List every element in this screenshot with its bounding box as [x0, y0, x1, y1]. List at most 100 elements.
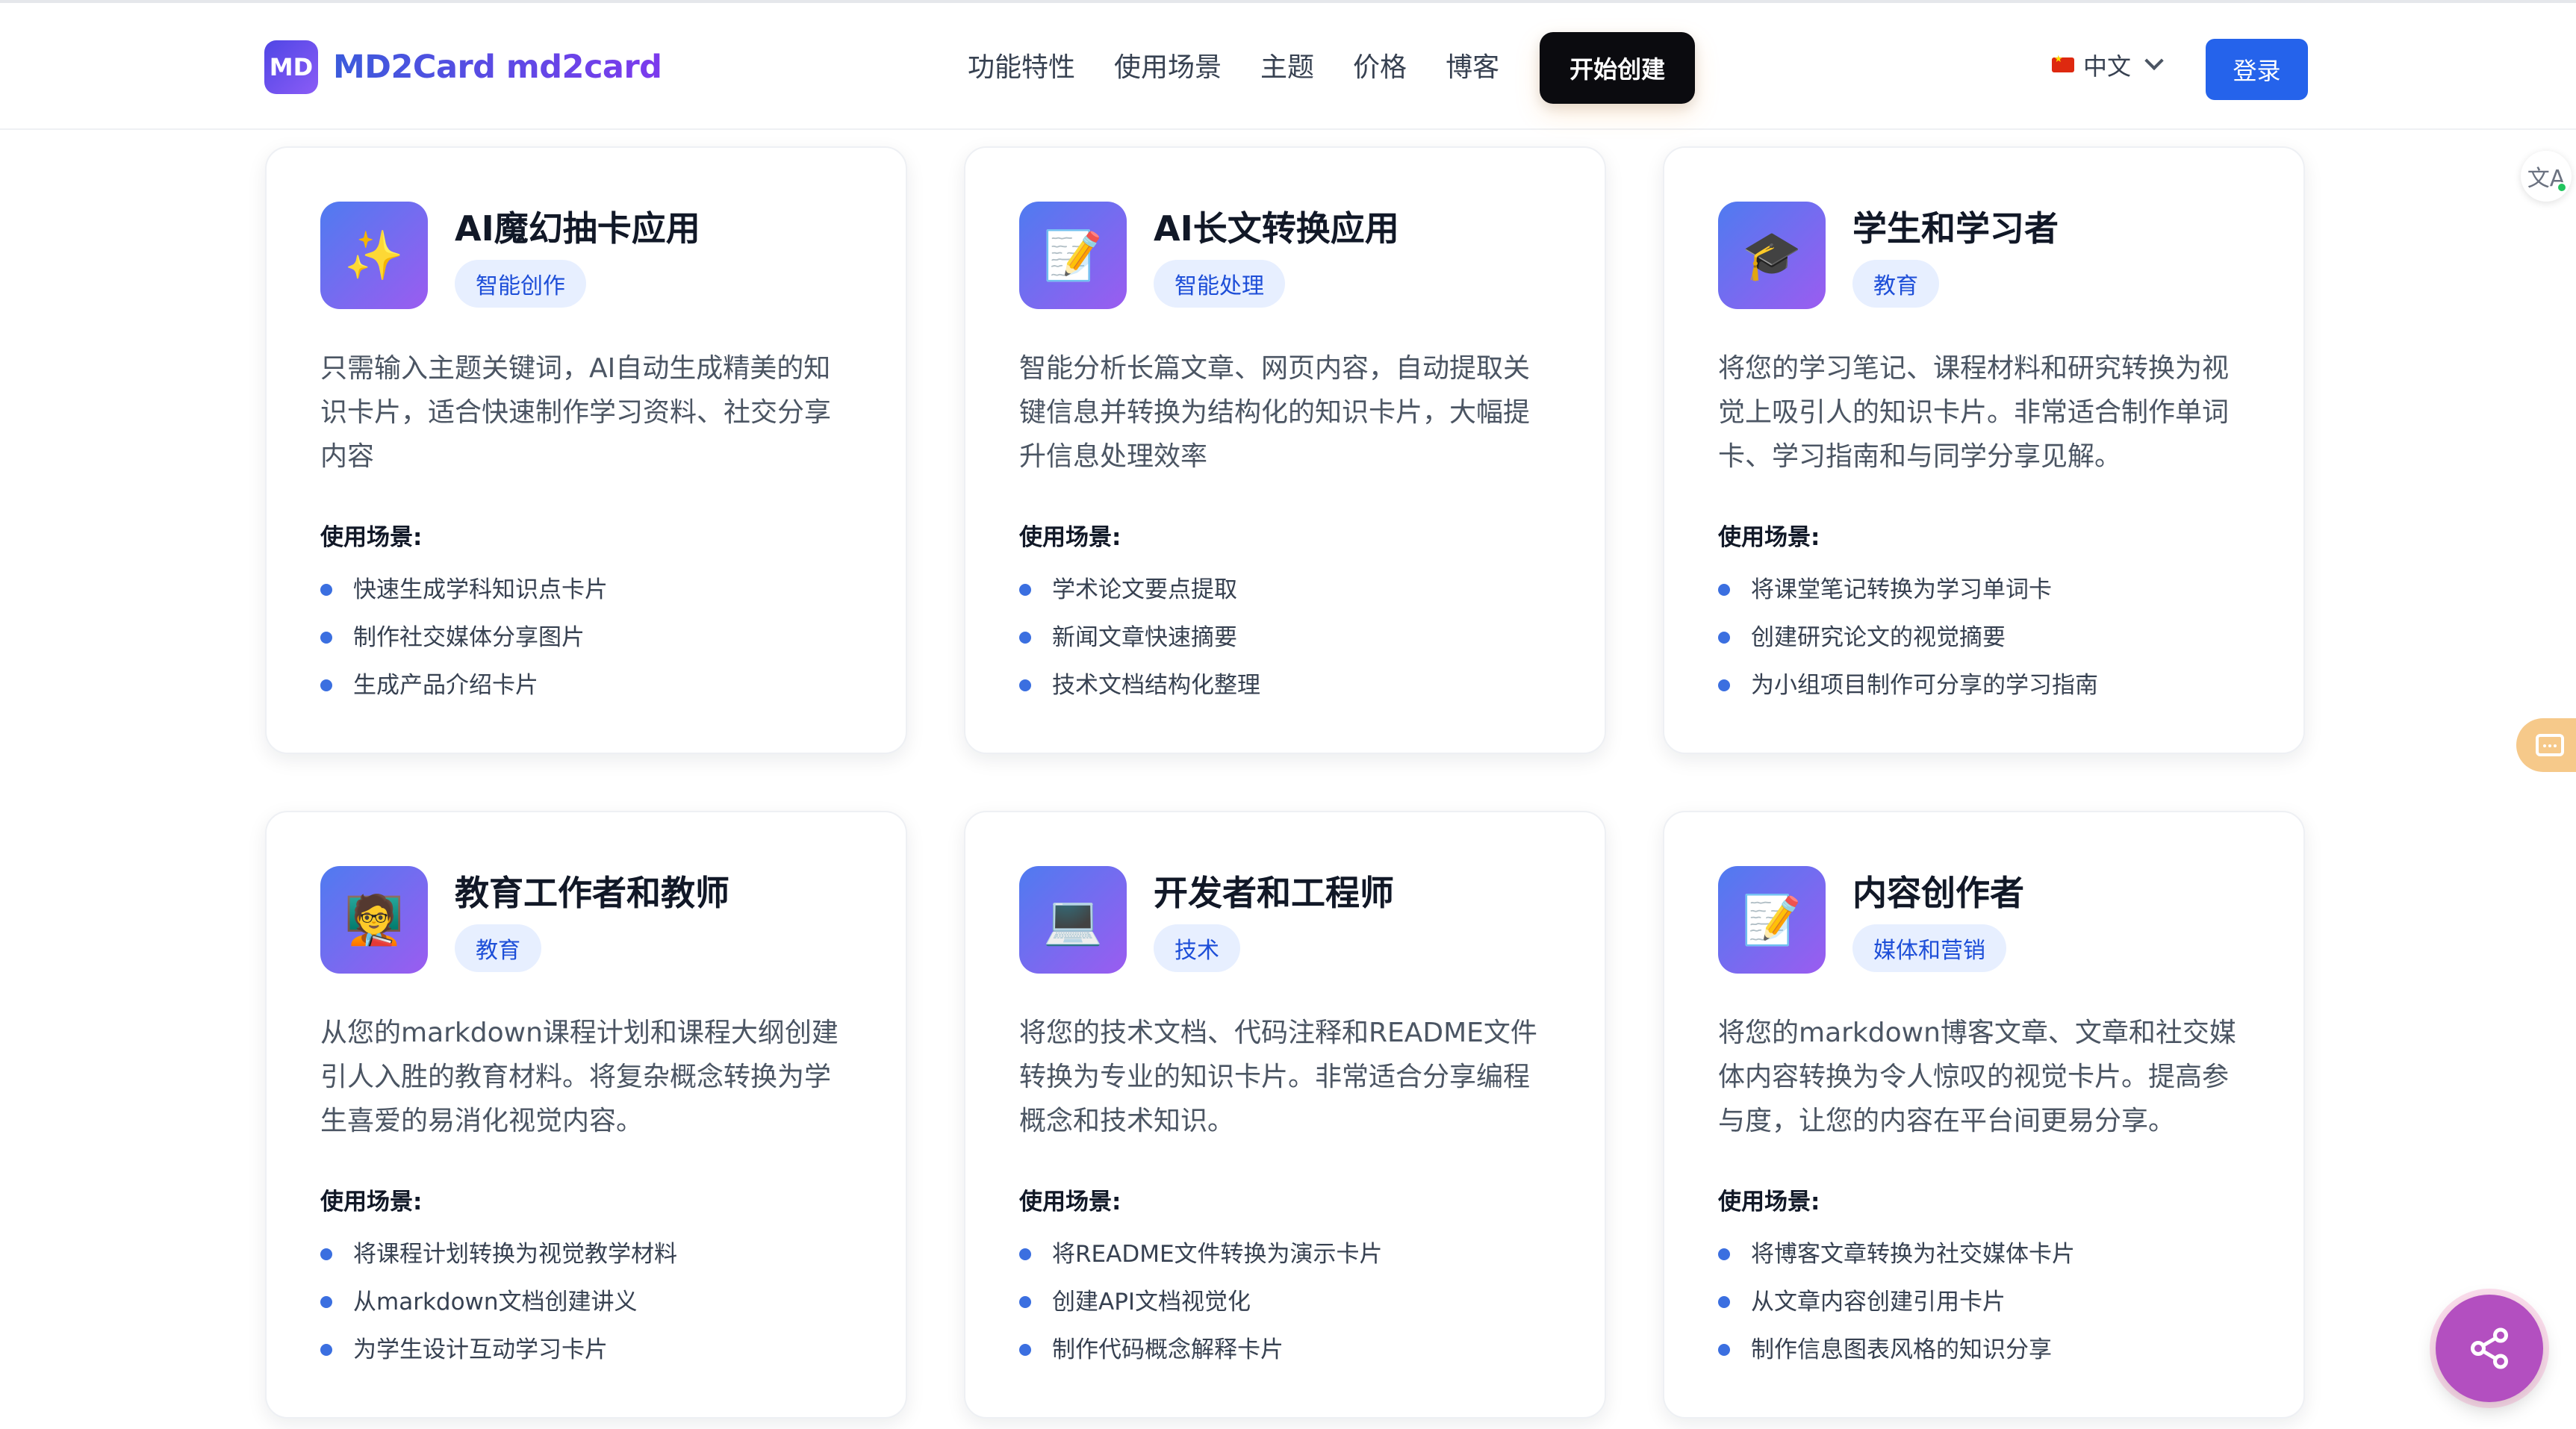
use-case-card: 💻 开发者和工程师 技术 将您的技术文档、代码注释和README文件转换为专业的… [964, 811, 1606, 1419]
bullet-icon [1718, 1296, 1730, 1308]
bullet-icon [320, 1344, 332, 1356]
bullet-icon [1019, 1248, 1031, 1260]
list-item: 制作代码概念解释卡片 [1019, 1326, 1383, 1374]
nav-use-cases[interactable]: 使用场景 [1114, 32, 1222, 104]
use-case-card: 📝 内容创作者 媒体和营销 将您的markdown博客文章、文章和社交媒体内容转… [1663, 811, 2305, 1419]
use-case-card: ✨ AI魔幻抽卡应用 智能创作 只需输入主题关键词，AI自动生成精美的知识卡片，… [265, 146, 907, 754]
brand-logo[interactable]: MD MD2Card md2card [264, 40, 662, 94]
use-case-card: 🧑‍🏫 教育工作者和教师 教育 从您的markdown课程计划和课程大纲创建引人… [265, 811, 907, 1419]
bullet-icon [1718, 1248, 1730, 1260]
laptop-icon: 💻 [1019, 866, 1127, 974]
card-title: 内容创作者 [1852, 873, 2024, 913]
status-dot [2557, 182, 2567, 193]
card-description: 只需输入主题关键词，AI自动生成精美的知识卡片，适合快速制作学习资料、社交分享内… [320, 353, 832, 472]
nav-features[interactable]: 功能特性 [968, 32, 1075, 104]
card-tag: 技术 [1154, 924, 1240, 972]
card-tag: 媒体和营销 [1852, 924, 2006, 972]
card-description: 将您的技术文档、代码注释和README文件转换为专业的知识卡片。非常适合分享编程… [1019, 1018, 1537, 1136]
bullet-icon [1019, 679, 1031, 691]
list-item: 从markdown文档创建讲义 [320, 1278, 677, 1326]
bullet-icon [1019, 1296, 1031, 1308]
uses-heading: 使用场景: [1718, 1189, 1820, 1215]
card-tag: 智能处理 [1154, 260, 1285, 308]
bullet-icon [320, 1248, 332, 1260]
login-button[interactable]: 登录 [2206, 39, 2308, 100]
graduation-cap-icon: 🎓 [1718, 202, 1826, 309]
list-item: 快速生成学科知识点卡片 [320, 566, 608, 614]
bullet-icon [1019, 584, 1031, 596]
list-item: 从文章内容创建引用卡片 [1718, 1278, 2075, 1326]
translate-icon[interactable]: 文A [2521, 151, 2572, 202]
logo-badge: MD [264, 40, 318, 94]
bullet-icon [1019, 632, 1031, 644]
card-description: 将您的markdown博客文章、文章和社交媒体内容转换为令人惊叹的视觉卡片。提高… [1718, 1018, 2236, 1136]
bullet-icon [1718, 679, 1730, 691]
list-item: 创建研究论文的视觉摘要 [1718, 614, 2098, 661]
bullet-icon [320, 679, 332, 691]
nav-blog[interactable]: 博客 [1446, 32, 1499, 104]
bullet-icon [320, 1296, 332, 1308]
use-case-card: 🎓 学生和学习者 教育 将您的学习笔记、课程材料和研究转换为视觉上吸引人的知识卡… [1663, 146, 2305, 754]
card-title: 学生和学习者 [1852, 208, 2059, 249]
bullet-icon [320, 632, 332, 644]
card-tag: 教育 [455, 924, 541, 972]
bullet-icon [1718, 584, 1730, 596]
card-description: 从您的markdown课程计划和课程大纲创建引人入胜的教育材料。将复杂概念转换为… [320, 1018, 839, 1136]
brand-name: MD2Card md2card [333, 49, 662, 86]
teacher-icon: 🧑‍🏫 [320, 866, 428, 974]
card-title: 教育工作者和教师 [455, 873, 729, 913]
uses-list: 将课程计划转换为视觉教学材料 从markdown文档创建讲义 为学生设计互动学习… [320, 1230, 677, 1374]
uses-list: 快速生成学科知识点卡片 制作社交媒体分享图片 生成产品介绍卡片 [320, 566, 608, 709]
main-nav: 功能特性 使用场景 主题 价格 博客 开始创建 [968, 32, 1696, 104]
memo-icon: 📝 [1718, 866, 1826, 974]
bullet-icon [320, 584, 332, 596]
memo-icon: 📝 [1019, 202, 1127, 309]
list-item: 技术文档结构化整理 [1019, 661, 1260, 709]
list-item: 为小组项目制作可分享的学习指南 [1718, 661, 2098, 709]
list-item: 将README文件转换为演示卡片 [1019, 1230, 1383, 1278]
card-title: AI魔幻抽卡应用 [455, 208, 700, 249]
uses-heading: 使用场景: [1019, 1189, 1121, 1215]
share-button[interactable] [2436, 1295, 2543, 1402]
nav-themes[interactable]: 主题 [1260, 32, 1314, 104]
language-selector[interactable]: 中文 [2052, 48, 2164, 82]
uses-heading: 使用场景: [320, 524, 423, 551]
list-item: 将课程计划转换为视觉教学材料 [320, 1230, 677, 1278]
list-item: 为学生设计互动学习卡片 [320, 1326, 677, 1374]
card-title: AI长文转换应用 [1154, 208, 1399, 249]
list-item: 创建API文档视觉化 [1019, 1278, 1383, 1326]
list-item: 将课堂笔记转换为学习单词卡 [1718, 566, 2098, 614]
list-item: 制作社交媒体分享图片 [320, 614, 608, 661]
chevron-down-icon [2144, 51, 2164, 71]
bullet-icon [1019, 1344, 1031, 1356]
list-item: 新闻文章快速摘要 [1019, 614, 1260, 661]
site-header: MD MD2Card md2card 功能特性 使用场景 主题 价格 博客 开始… [0, 3, 2576, 130]
use-case-card: 📝 AI长文转换应用 智能处理 智能分析长篇文章、网页内容，自动提取关键信息并转… [964, 146, 1606, 754]
list-item: 生成产品介绍卡片 [320, 661, 608, 709]
language-label: 中文 [2083, 52, 2132, 81]
chat-bubble-icon [2536, 734, 2564, 756]
uses-list: 将课堂笔记转换为学习单词卡 创建研究论文的视觉摘要 为小组项目制作可分享的学习指… [1718, 566, 2098, 709]
nav-pricing[interactable]: 价格 [1353, 32, 1407, 104]
uses-list: 将README文件转换为演示卡片 创建API文档视觉化 制作代码概念解释卡片 [1019, 1230, 1383, 1374]
start-create-button[interactable]: 开始创建 [1540, 32, 1696, 104]
list-item: 将博客文章转换为社交媒体卡片 [1718, 1230, 2075, 1278]
uses-list: 将博客文章转换为社交媒体卡片 从文章内容创建引用卡片 制作信息图表风格的知识分享 [1718, 1230, 2075, 1374]
sparkles-icon: ✨ [320, 202, 428, 309]
uses-heading: 使用场景: [320, 1189, 423, 1215]
card-description: 将您的学习笔记、课程材料和研究转换为视觉上吸引人的知识卡片。非常适合制作单词卡、… [1718, 353, 2230, 472]
share-icon [2471, 1327, 2508, 1369]
card-tag: 智能创作 [455, 260, 586, 308]
bullet-icon [1718, 1344, 1730, 1356]
feedback-chat-button[interactable] [2516, 718, 2576, 772]
uses-heading: 使用场景: [1019, 524, 1121, 551]
list-item: 制作信息图表风格的知识分享 [1718, 1326, 2075, 1374]
bullet-icon [1718, 632, 1730, 644]
uses-heading: 使用场景: [1718, 524, 1820, 551]
china-flag-icon [2052, 54, 2074, 72]
card-title: 开发者和工程师 [1154, 873, 1394, 913]
list-item: 学术论文要点提取 [1019, 566, 1260, 614]
card-tag: 教育 [1852, 260, 1939, 308]
card-description: 智能分析长篇文章、网页内容，自动提取关键信息并转换为结构化的知识卡片，大幅提升信… [1019, 353, 1531, 472]
uses-list: 学术论文要点提取 新闻文章快速摘要 技术文档结构化整理 [1019, 566, 1260, 709]
